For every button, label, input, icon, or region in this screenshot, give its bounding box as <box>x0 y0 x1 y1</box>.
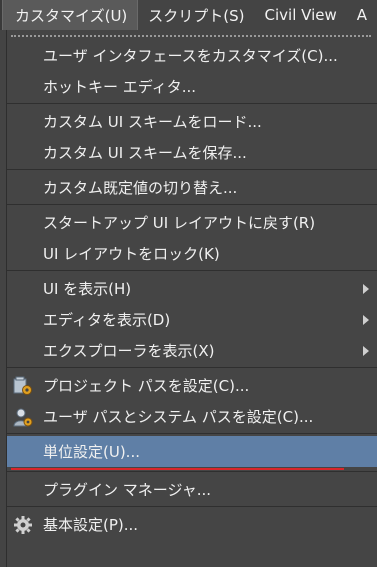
menu-item-custom-defaults-switcher[interactable]: カスタム既定値の切り替え... <box>7 172 377 203</box>
menu-truncated[interactable]: A <box>347 0 377 30</box>
menu-item-lock-ui-layout[interactable]: UI レイアウトをロック(K) <box>7 238 377 269</box>
menu-item-load-ui-scheme[interactable]: カスタム UI スキームをロード... <box>7 106 377 137</box>
menu-item-customize-ui[interactable]: ユーザ インタフェースをカスタマイズ(C)... <box>7 40 377 71</box>
menu-civil-view[interactable]: Civil View <box>255 0 347 30</box>
menu-item-label: UI を表示(H) <box>43 280 132 298</box>
menu-separator <box>7 471 377 472</box>
customize-dropdown-menu: ユーザ インタフェースをカスタマイズ(C)... ホットキー エディタ... カ… <box>6 30 377 567</box>
menu-item-label: UI レイアウトをロック(K) <box>43 245 220 263</box>
menu-item-show-editors[interactable]: エディタを表示(D) <box>7 304 377 335</box>
menu-customize[interactable]: カスタマイズ(U) <box>2 0 139 30</box>
menu-item-preferences[interactable]: 基本設定(P)... <box>7 509 377 540</box>
submenu-arrow-icon <box>363 345 369 356</box>
menu-item-label: ユーザ パスとシステム パスを設定(C)... <box>43 408 314 426</box>
menu-tearoff-handle[interactable] <box>7 30 377 40</box>
menu-item-label: プロジェクト パスを設定(C)... <box>43 377 250 395</box>
menu-separator <box>7 506 377 507</box>
menu-separator <box>7 270 377 271</box>
menu-item-label: スタートアップ UI レイアウトに戻す(R) <box>43 214 316 232</box>
menu-item-label: カスタム既定値の切り替え... <box>43 179 238 197</box>
menu-script[interactable]: スクリプト(S) <box>138 0 254 30</box>
menu-separator <box>7 433 377 434</box>
submenu-arrow-icon <box>363 314 369 325</box>
menu-item-label: プラグイン マネージャ... <box>43 481 212 499</box>
menu-separator <box>7 169 377 170</box>
menu-item-hotkey-editor[interactable]: ホットキー エディタ... <box>7 71 377 102</box>
menu-item-label: 単位設定(U)... <box>43 443 140 461</box>
menu-item-label: エクスプローラを表示(X) <box>43 342 215 360</box>
menu-item-revert-startup-layout[interactable]: スタートアップ UI レイアウトに戻す(R) <box>7 207 377 238</box>
menu-item-label: ホットキー エディタ... <box>43 78 197 96</box>
user-gear-icon <box>13 407 33 427</box>
menu-item-set-project-path[interactable]: プロジェクト パスを設定(C)... <box>7 370 377 401</box>
menu-item-set-user-system-paths[interactable]: ユーザ パスとシステム パスを設定(C)... <box>7 401 377 432</box>
menu-item-show-ui[interactable]: UI を表示(H) <box>7 273 377 304</box>
menu-separator <box>7 367 377 368</box>
gear-icon <box>13 515 33 535</box>
menu-item-show-explorers[interactable]: エクスプローラを表示(X) <box>7 335 377 366</box>
menu-item-units-setup[interactable]: 単位設定(U)... <box>7 436 377 470</box>
menu-item-save-ui-scheme[interactable]: カスタム UI スキームを保存... <box>7 137 377 168</box>
menu-item-plugin-manager[interactable]: プラグイン マネージャ... <box>7 474 377 505</box>
menu-separator <box>7 103 377 104</box>
menu-separator <box>7 204 377 205</box>
menu-item-label: エディタを表示(D) <box>43 311 171 329</box>
project-folder-gear-icon <box>13 376 33 396</box>
annotation-underline <box>11 468 344 470</box>
menu-item-label: ユーザ インタフェースをカスタマイズ(C)... <box>43 47 338 65</box>
menu-item-label: 基本設定(P)... <box>43 516 139 534</box>
menu-bar: カスタマイズ(U) スクリプト(S) Civil View A <box>0 0 377 30</box>
submenu-arrow-icon <box>363 283 369 294</box>
menu-item-label: カスタム UI スキームをロード... <box>43 113 262 131</box>
menu-item-label: カスタム UI スキームを保存... <box>43 144 247 162</box>
